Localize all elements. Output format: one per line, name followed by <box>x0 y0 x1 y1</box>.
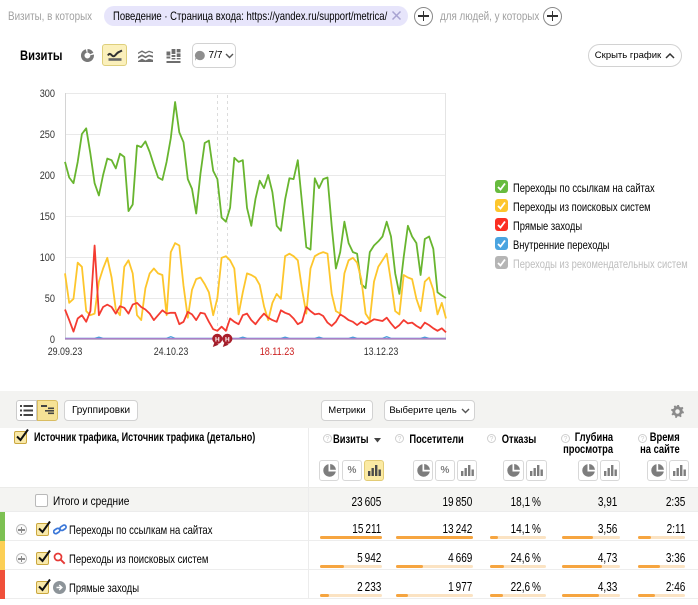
svg-text:0: 0 <box>50 334 55 346</box>
svg-text:18.11.23: 18.11.23 <box>260 346 295 358</box>
svg-text:200: 200 <box>40 170 55 182</box>
svg-text:250: 250 <box>40 129 55 141</box>
svg-text:100: 100 <box>40 252 55 264</box>
svg-text:H: H <box>225 336 230 343</box>
svg-text:13.12.23: 13.12.23 <box>364 346 399 358</box>
svg-text:H: H <box>215 336 220 343</box>
svg-text:50: 50 <box>45 293 55 305</box>
svg-text:300: 300 <box>40 88 55 100</box>
svg-text:24.10.23: 24.10.23 <box>154 346 189 358</box>
svg-text:29.09.23: 29.09.23 <box>48 346 83 358</box>
svg-text:150: 150 <box>40 211 55 223</box>
